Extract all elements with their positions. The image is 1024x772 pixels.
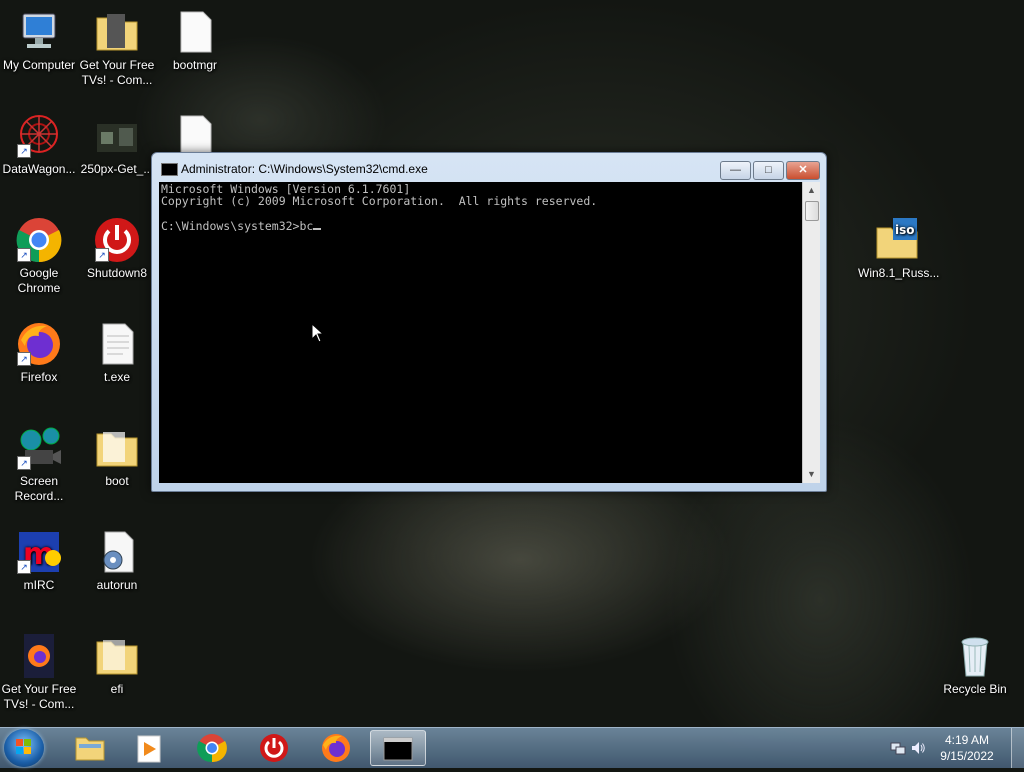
image-file-icon <box>93 112 141 160</box>
volume-icon[interactable] <box>910 740 926 756</box>
clock-time[interactable]: 4:19 AM <box>932 733 1002 747</box>
window-title: Administrator: C:\Windows\System32\cmd.e… <box>181 162 428 176</box>
desktop-icon-mirc[interactable]: m ↗ mIRC <box>0 528 78 593</box>
close-button[interactable]: ✕ <box>786 161 820 180</box>
cmd-icon <box>161 163 178 176</box>
desktop-icon-label: DataWagon... <box>2 162 76 176</box>
text-file-icon <box>93 320 141 368</box>
shortcut-arrow-icon: ↗ <box>17 456 31 470</box>
taskbar-shutdown-button[interactable] <box>246 730 302 766</box>
console-output[interactable]: Microsoft Windows [Version 6.1.7601] Copy… <box>159 182 802 483</box>
desktop-icon-label: My Computer <box>2 58 76 72</box>
system-tray: 4:19 AM 9/15/2022 <box>884 728 1024 768</box>
folder-icon <box>93 8 141 56</box>
firefox-icon <box>322 734 350 762</box>
desktop-icon-label: Recycle Bin <box>943 682 1007 696</box>
shortcut-arrow-icon: ↗ <box>17 144 31 158</box>
console-prompt: C:\Windows\system32>bc <box>161 219 314 233</box>
taskbar-media-player-button[interactable] <box>122 730 178 766</box>
explorer-icon <box>75 737 105 761</box>
desktop-icon-label: boot <box>105 474 129 488</box>
desktop-icon-shutdown8[interactable]: ↗ Shutdown8 <box>78 216 156 281</box>
text-cursor <box>313 219 322 230</box>
desktop-icon-label: t.exe <box>103 370 130 384</box>
desktop-icon-label: autorun <box>96 578 138 592</box>
shutdown-icon <box>260 734 288 762</box>
desktop-icon-firefox[interactable]: ↗ Firefox <box>0 320 78 385</box>
desktop-icon-label: efi <box>110 682 124 696</box>
vertical-scrollbar[interactable]: ▲ ▼ <box>802 182 820 483</box>
svg-text:iso: iso <box>895 223 915 237</box>
taskbar: 4:19 AM 9/15/2022 <box>0 727 1024 768</box>
desktop-icon-label: 250px-Get_... <box>80 162 154 176</box>
file-icon <box>171 8 219 56</box>
cmd-titlebar[interactable]: Administrator: C:\Windows\System32\cmd.e… <box>152 153 826 183</box>
scrollbar-thumb[interactable] <box>805 201 819 221</box>
folder-icon <box>93 632 141 680</box>
firefox-icon: ↗ <box>15 320 63 368</box>
desktop-icon-label: Screen Record... <box>14 474 64 503</box>
desktop-icon-bootmgr[interactable]: bootmgr <box>156 8 234 73</box>
settings-file-icon <box>93 528 141 576</box>
taskbar-firefox-button[interactable] <box>308 730 364 766</box>
desktop-icon-datawagon[interactable]: ↗ DataWagon... <box>0 112 78 177</box>
mirc-icon: m ↗ <box>15 528 63 576</box>
folder-icon <box>93 424 141 472</box>
desktop-icon-250px-get[interactable]: 250px-Get_... <box>78 112 156 177</box>
scroll-down-arrow-icon[interactable]: ▼ <box>803 466 820 483</box>
firefox-document-icon <box>15 632 63 680</box>
cmd-icon <box>383 737 413 761</box>
desktop-icon-label: bootmgr <box>172 58 218 72</box>
windows-logo-icon <box>16 739 31 754</box>
desktop-icon-boot[interactable]: boot <box>78 424 156 489</box>
mouse-pointer-icon <box>311 323 325 343</box>
datawagon-icon: ↗ <box>15 112 63 160</box>
chrome-icon <box>197 734 227 763</box>
desktop-icon-win81-iso[interactable]: iso Win8.1_Russ... <box>858 216 940 281</box>
desktop-icon-screen-recorder[interactable]: ↗ Screen Record... <box>0 424 78 504</box>
clock-date[interactable]: 9/15/2022 <box>932 749 1002 763</box>
desktop-icon-efi[interactable]: efi <box>78 632 156 697</box>
network-icon[interactable] <box>890 740 906 756</box>
minimize-button[interactable]: — <box>720 161 751 180</box>
console-line-copyright: Copyright (c) 2009 Microsoft Corporation… <box>161 194 598 208</box>
media-player-icon <box>137 735 161 763</box>
shortcut-arrow-icon: ↗ <box>17 352 31 366</box>
show-desktop-button[interactable] <box>1011 728 1024 768</box>
taskbar-chrome-button[interactable] <box>184 730 240 766</box>
desktop-icon-label: mIRC <box>23 578 55 592</box>
desktop-icon-get-free-tvs-1[interactable]: Get Your Free TVs! - Com... <box>78 8 156 88</box>
desktop-icon-autorun[interactable]: autorun <box>78 528 156 593</box>
desktop-icon-label: Shutdown8 <box>86 266 148 280</box>
desktop-icon-t-exe[interactable]: t.exe <box>78 320 156 385</box>
shortcut-arrow-icon: ↗ <box>17 560 31 574</box>
iso-folder-icon: iso <box>873 216 921 264</box>
desktop-icon-google-chrome[interactable]: ↗ Google Chrome <box>0 216 78 296</box>
maximize-button[interactable]: □ <box>753 161 784 180</box>
desktop-icon-recycle-bin[interactable]: Recycle Bin <box>936 632 1014 697</box>
taskbar-explorer-button[interactable] <box>62 730 118 766</box>
desktop-icon-get-free-tvs-2[interactable]: Get Your Free TVs! - Com... <box>0 632 78 712</box>
computer-icon <box>15 8 63 56</box>
desktop-icon-label: Get Your Free TVs! - Com... <box>1 682 77 711</box>
shortcut-arrow-icon: ↗ <box>95 248 109 262</box>
taskbar-cmd-button[interactable] <box>370 730 426 766</box>
desktop-icon-label: Win8.1_Russ... <box>858 266 940 280</box>
power-icon: ↗ <box>93 216 141 264</box>
console-prompt-line[interactable]: C:\Windows\system32>bc <box>161 219 800 232</box>
desktop-icon-label: Get Your Free TVs! - Com... <box>79 58 155 87</box>
cmd-window[interactable]: Administrator: C:\Windows\System32\cmd.e… <box>151 152 827 492</box>
start-button[interactable] <box>4 729 44 767</box>
chrome-icon: ↗ <box>15 216 63 264</box>
desktop-icon-label: Google Chrome <box>17 266 61 295</box>
desktop-icon-my-computer[interactable]: My Computer <box>0 8 78 73</box>
desktop-icon-label: Firefox <box>20 370 58 384</box>
recycle-bin-icon <box>951 632 999 680</box>
shortcut-arrow-icon: ↗ <box>17 248 31 262</box>
scroll-up-arrow-icon[interactable]: ▲ <box>803 182 820 199</box>
film-reel-icon: ↗ <box>15 424 63 472</box>
